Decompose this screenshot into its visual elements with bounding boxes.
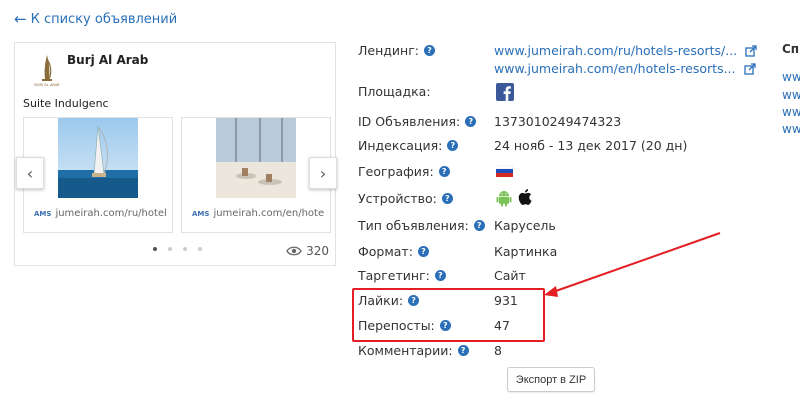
facebook-icon xyxy=(496,83,514,101)
device-label: Устройство: ? xyxy=(358,191,453,206)
slide-url: jumeirah.com/en/hote xyxy=(213,208,325,219)
back-link-label: К списку объявлений xyxy=(30,11,178,27)
help-icon[interactable]: ? xyxy=(447,140,459,151)
right-column-link[interactable]: ww xyxy=(782,105,800,119)
slide-url: jumeirah.com/ru/hotel xyxy=(55,208,167,219)
back-to-ads-list-link[interactable]: ← К списку объявлений xyxy=(14,10,177,28)
format-value: Картинка xyxy=(494,244,558,259)
help-icon[interactable]: ? xyxy=(434,270,446,281)
comments-value: 8 xyxy=(494,343,502,358)
landing-link-en[interactable]: www.jumeirah.com/en/hotels-resorts... xyxy=(494,61,756,76)
carousel-dot[interactable] xyxy=(168,247,172,251)
brand-name: Burj Al Arab xyxy=(67,53,149,67)
targeting-value: Сайт xyxy=(494,268,526,283)
carousel-dots xyxy=(153,247,202,251)
help-icon[interactable]: ? xyxy=(473,220,485,231)
help-icon[interactable]: ? xyxy=(423,45,435,56)
android-icon xyxy=(496,191,512,207)
carousel-dot[interactable] xyxy=(183,247,187,251)
carousel-slide[interactable]: AMS jumeirah.com/ru/hotel xyxy=(23,117,173,233)
carousel-dot[interactable] xyxy=(198,247,202,251)
geography-label: География: ? xyxy=(358,164,450,179)
help-icon[interactable]: ? xyxy=(441,193,453,204)
eye-icon xyxy=(286,246,302,256)
right-column-link[interactable]: ww xyxy=(782,70,800,84)
comments-label: Комментарии: ? xyxy=(358,343,469,358)
ad-text: Suite Indulgenc xyxy=(23,97,109,110)
landing-label: Лендинг: ? xyxy=(358,43,435,58)
carousel-next-button[interactable]: › xyxy=(309,157,337,189)
indexing-value: 24 нояб - 13 дек 2017 (20 дн) xyxy=(494,138,688,153)
views-count: 320 xyxy=(306,244,329,258)
views-counter: 320 xyxy=(286,244,329,258)
apple-icon xyxy=(518,189,532,205)
landing-link-ru[interactable]: www.jumeirah.com/ru/hotels-resorts/... xyxy=(494,43,757,58)
indexing-label: Индексация: ? xyxy=(358,138,459,153)
slide-caption[interactable]: AMS jumeirah.com/en/hote xyxy=(192,208,324,219)
slide-caption[interactable]: AMS jumeirah.com/ru/hotel xyxy=(34,208,167,219)
external-link-icon[interactable] xyxy=(743,62,756,75)
ad-type-label: Тип объявления: ? xyxy=(358,218,485,233)
right-column-title: Сп xyxy=(782,42,800,56)
format-label: Формат: ? xyxy=(358,244,429,259)
chevron-right-icon: › xyxy=(319,163,327,183)
burj-al-arab-photo xyxy=(58,118,138,198)
highlight-box xyxy=(352,288,545,342)
help-icon[interactable]: ? xyxy=(465,116,477,127)
ad-id-label: ID Объявления: ? xyxy=(358,114,477,129)
platform-label: Площадка: xyxy=(358,84,431,99)
brand-logo: BURJ AL ARAB xyxy=(34,55,60,87)
hotel-interior-photo xyxy=(216,118,296,198)
external-link-icon[interactable] xyxy=(745,44,757,57)
ad-id-value: 1373010249474323 xyxy=(494,114,622,129)
ams-logo: AMS xyxy=(34,209,52,218)
svg-text:BURJ AL ARAB: BURJ AL ARAB xyxy=(34,83,60,87)
carousel-dot[interactable] xyxy=(153,247,157,251)
arrow-left-icon: ← xyxy=(14,10,27,28)
chevron-left-icon: ‹ xyxy=(26,163,34,183)
help-icon[interactable]: ? xyxy=(417,246,429,257)
right-column-link[interactable]: ww xyxy=(782,88,800,102)
carousel-prev-button[interactable]: ‹ xyxy=(16,157,44,189)
ad-preview-card: BURJ AL ARAB Burj Al Arab Suite Indulgen… xyxy=(14,42,337,266)
targeting-label: Таргетинг: ? xyxy=(358,268,446,283)
ad-type-value: Карусель xyxy=(494,218,556,233)
ams-logo: AMS xyxy=(192,209,210,218)
right-column-link[interactable]: ww xyxy=(782,122,800,136)
help-icon[interactable]: ? xyxy=(438,166,450,177)
help-icon[interactable]: ? xyxy=(457,345,469,356)
russia-flag-icon xyxy=(496,165,513,177)
export-zip-button[interactable]: Экспорт в ZIP xyxy=(507,367,595,392)
